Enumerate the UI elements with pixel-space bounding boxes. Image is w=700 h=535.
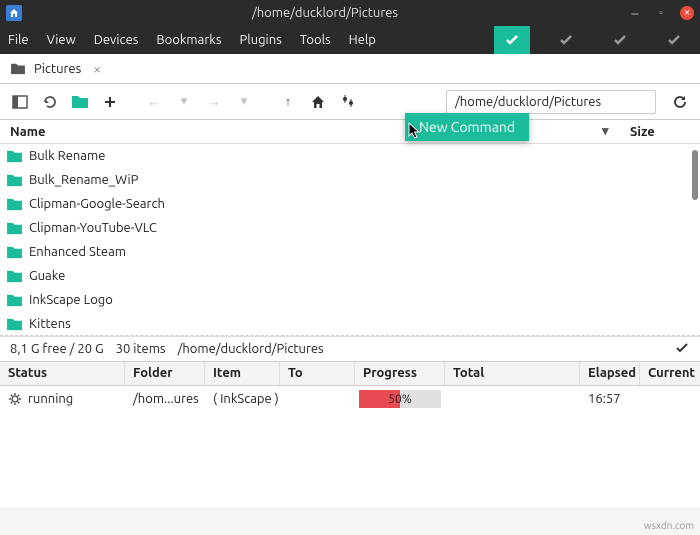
- folder-icon: [10, 62, 26, 75]
- window-title: /home/ducklord/Pictures: [22, 6, 628, 20]
- menu-new-command[interactable]: New Command: [419, 119, 515, 135]
- check-button-4[interactable]: [656, 26, 692, 54]
- menu-plugins[interactable]: Plugins: [239, 33, 281, 47]
- list-item[interactable]: Enhanced Steam: [0, 240, 700, 264]
- th-current[interactable]: Current: [640, 362, 695, 385]
- minimize-button[interactable]: [628, 6, 642, 20]
- file-name: Guake: [29, 269, 65, 283]
- task-progress: 50%: [355, 390, 445, 408]
- column-headers: Name ▾ Size: [0, 120, 700, 144]
- folder-icon: [6, 269, 23, 283]
- tab-close-icon[interactable]: ×: [93, 61, 101, 77]
- th-elapsed[interactable]: Elapsed: [580, 362, 640, 385]
- status-path: /home/ducklord/Pictures: [178, 342, 324, 356]
- list-item[interactable]: Kittens: [0, 312, 700, 336]
- scrollbar[interactable]: [692, 150, 698, 200]
- folder-icon: [6, 197, 23, 211]
- app-icon: [6, 5, 22, 21]
- up-icon[interactable]: ↑: [276, 90, 300, 114]
- tab-label[interactable]: Pictures: [34, 62, 81, 76]
- list-item[interactable]: Bulk Rename: [0, 144, 700, 168]
- task-status-text: running: [28, 392, 73, 406]
- task-headers: Status Folder Item To Progress Total Ela…: [0, 362, 700, 386]
- cursor-icon: [408, 122, 422, 142]
- column-menu-icon[interactable]: ▾: [602, 124, 618, 139]
- maximize-button[interactable]: [654, 6, 668, 20]
- column-size[interactable]: Size: [630, 125, 690, 139]
- menu-devices[interactable]: Devices: [94, 33, 139, 47]
- menu-view[interactable]: View: [47, 33, 76, 47]
- refresh-icon[interactable]: [668, 90, 692, 114]
- menu-help[interactable]: Help: [349, 33, 376, 47]
- watermark: wsxdn.com: [644, 520, 694, 531]
- list-item[interactable]: Clipman-YouTube-VLC: [0, 216, 700, 240]
- reload-icon[interactable]: [38, 90, 62, 114]
- home-icon[interactable]: [306, 90, 330, 114]
- status-check-icon: [674, 340, 690, 359]
- th-total[interactable]: Total: [445, 362, 580, 385]
- window-controls: [628, 6, 694, 20]
- th-folder[interactable]: Folder: [125, 362, 205, 385]
- list-item[interactable]: Guake: [0, 264, 700, 288]
- folder-icon: [6, 293, 23, 307]
- file-name: InkScape Logo: [29, 293, 113, 307]
- add-icon[interactable]: [98, 90, 122, 114]
- file-name: Bulk Rename: [29, 149, 105, 163]
- open-folder-icon[interactable]: [68, 90, 92, 114]
- task-status: running: [0, 392, 125, 406]
- titlebar[interactable]: /home/ducklord/Pictures: [0, 0, 700, 26]
- task-row[interactable]: running /hom...ures ( InkScape ) 50% 16:…: [0, 386, 700, 412]
- check-button-2[interactable]: [548, 26, 584, 54]
- close-button[interactable]: [680, 6, 694, 20]
- settings-icon[interactable]: [336, 90, 360, 114]
- check-button-3[interactable]: [602, 26, 638, 54]
- folder-icon: [6, 317, 23, 331]
- task-elapsed: 16:57: [580, 392, 640, 406]
- gear-icon: [8, 392, 22, 406]
- task-area: [0, 412, 700, 507]
- folder-icon: [6, 245, 23, 259]
- statusbar: 8,1 G free / 20 G 30 items /home/ducklor…: [0, 336, 700, 362]
- path-text: /home/ducklord/Pictures: [455, 95, 601, 109]
- panel-icon[interactable]: [8, 90, 32, 114]
- menubar: File View Devices Bookmarks Plugins Tool…: [0, 26, 700, 54]
- back-icon[interactable]: ←: [142, 90, 166, 114]
- folder-icon: [6, 149, 23, 163]
- file-name: Kittens: [29, 317, 71, 331]
- file-name: Clipman-YouTube-VLC: [29, 221, 157, 235]
- task-folder: /hom...ures: [125, 392, 205, 406]
- item-count: 30 items: [116, 342, 166, 356]
- th-progress[interactable]: Progress: [355, 362, 445, 385]
- menu-tools[interactable]: Tools: [300, 33, 331, 47]
- list-item[interactable]: Clipman-Google-Search: [0, 192, 700, 216]
- list-item[interactable]: Bulk_Rename_WiP: [0, 168, 700, 192]
- list-item[interactable]: InkScape Logo: [0, 288, 700, 312]
- file-list: Bulk Rename Bulk_Rename_WiP Clipman-Goog…: [0, 144, 700, 336]
- back-dropdown-icon[interactable]: ▾: [172, 90, 196, 114]
- file-name: Bulk_Rename_WiP: [29, 173, 138, 187]
- disk-free: 8,1 G free / 20 G: [10, 342, 104, 356]
- task-item: ( InkScape ): [205, 392, 280, 406]
- file-name: Clipman-Google-Search: [29, 197, 165, 211]
- path-input[interactable]: /home/ducklord/Pictures: [446, 90, 656, 114]
- folder-icon: [6, 221, 23, 235]
- menu-bookmarks[interactable]: Bookmarks: [156, 33, 221, 47]
- th-status[interactable]: Status: [0, 362, 125, 385]
- context-menu: New Command: [405, 113, 529, 141]
- forward-icon[interactable]: →: [202, 90, 226, 114]
- folder-icon: [6, 173, 23, 187]
- toolbar: ← ▾ → ▾ ↑ /home/ducklord/Pictures: [0, 84, 700, 120]
- tabbar: Pictures ×: [0, 54, 700, 84]
- forward-dropdown-icon[interactable]: ▾: [232, 90, 256, 114]
- th-item[interactable]: Item: [205, 362, 280, 385]
- th-to[interactable]: To: [280, 362, 355, 385]
- check-button-active[interactable]: [494, 26, 530, 54]
- file-name: Enhanced Steam: [29, 245, 126, 259]
- progress-label: 50%: [388, 393, 412, 406]
- menu-file[interactable]: File: [8, 33, 29, 47]
